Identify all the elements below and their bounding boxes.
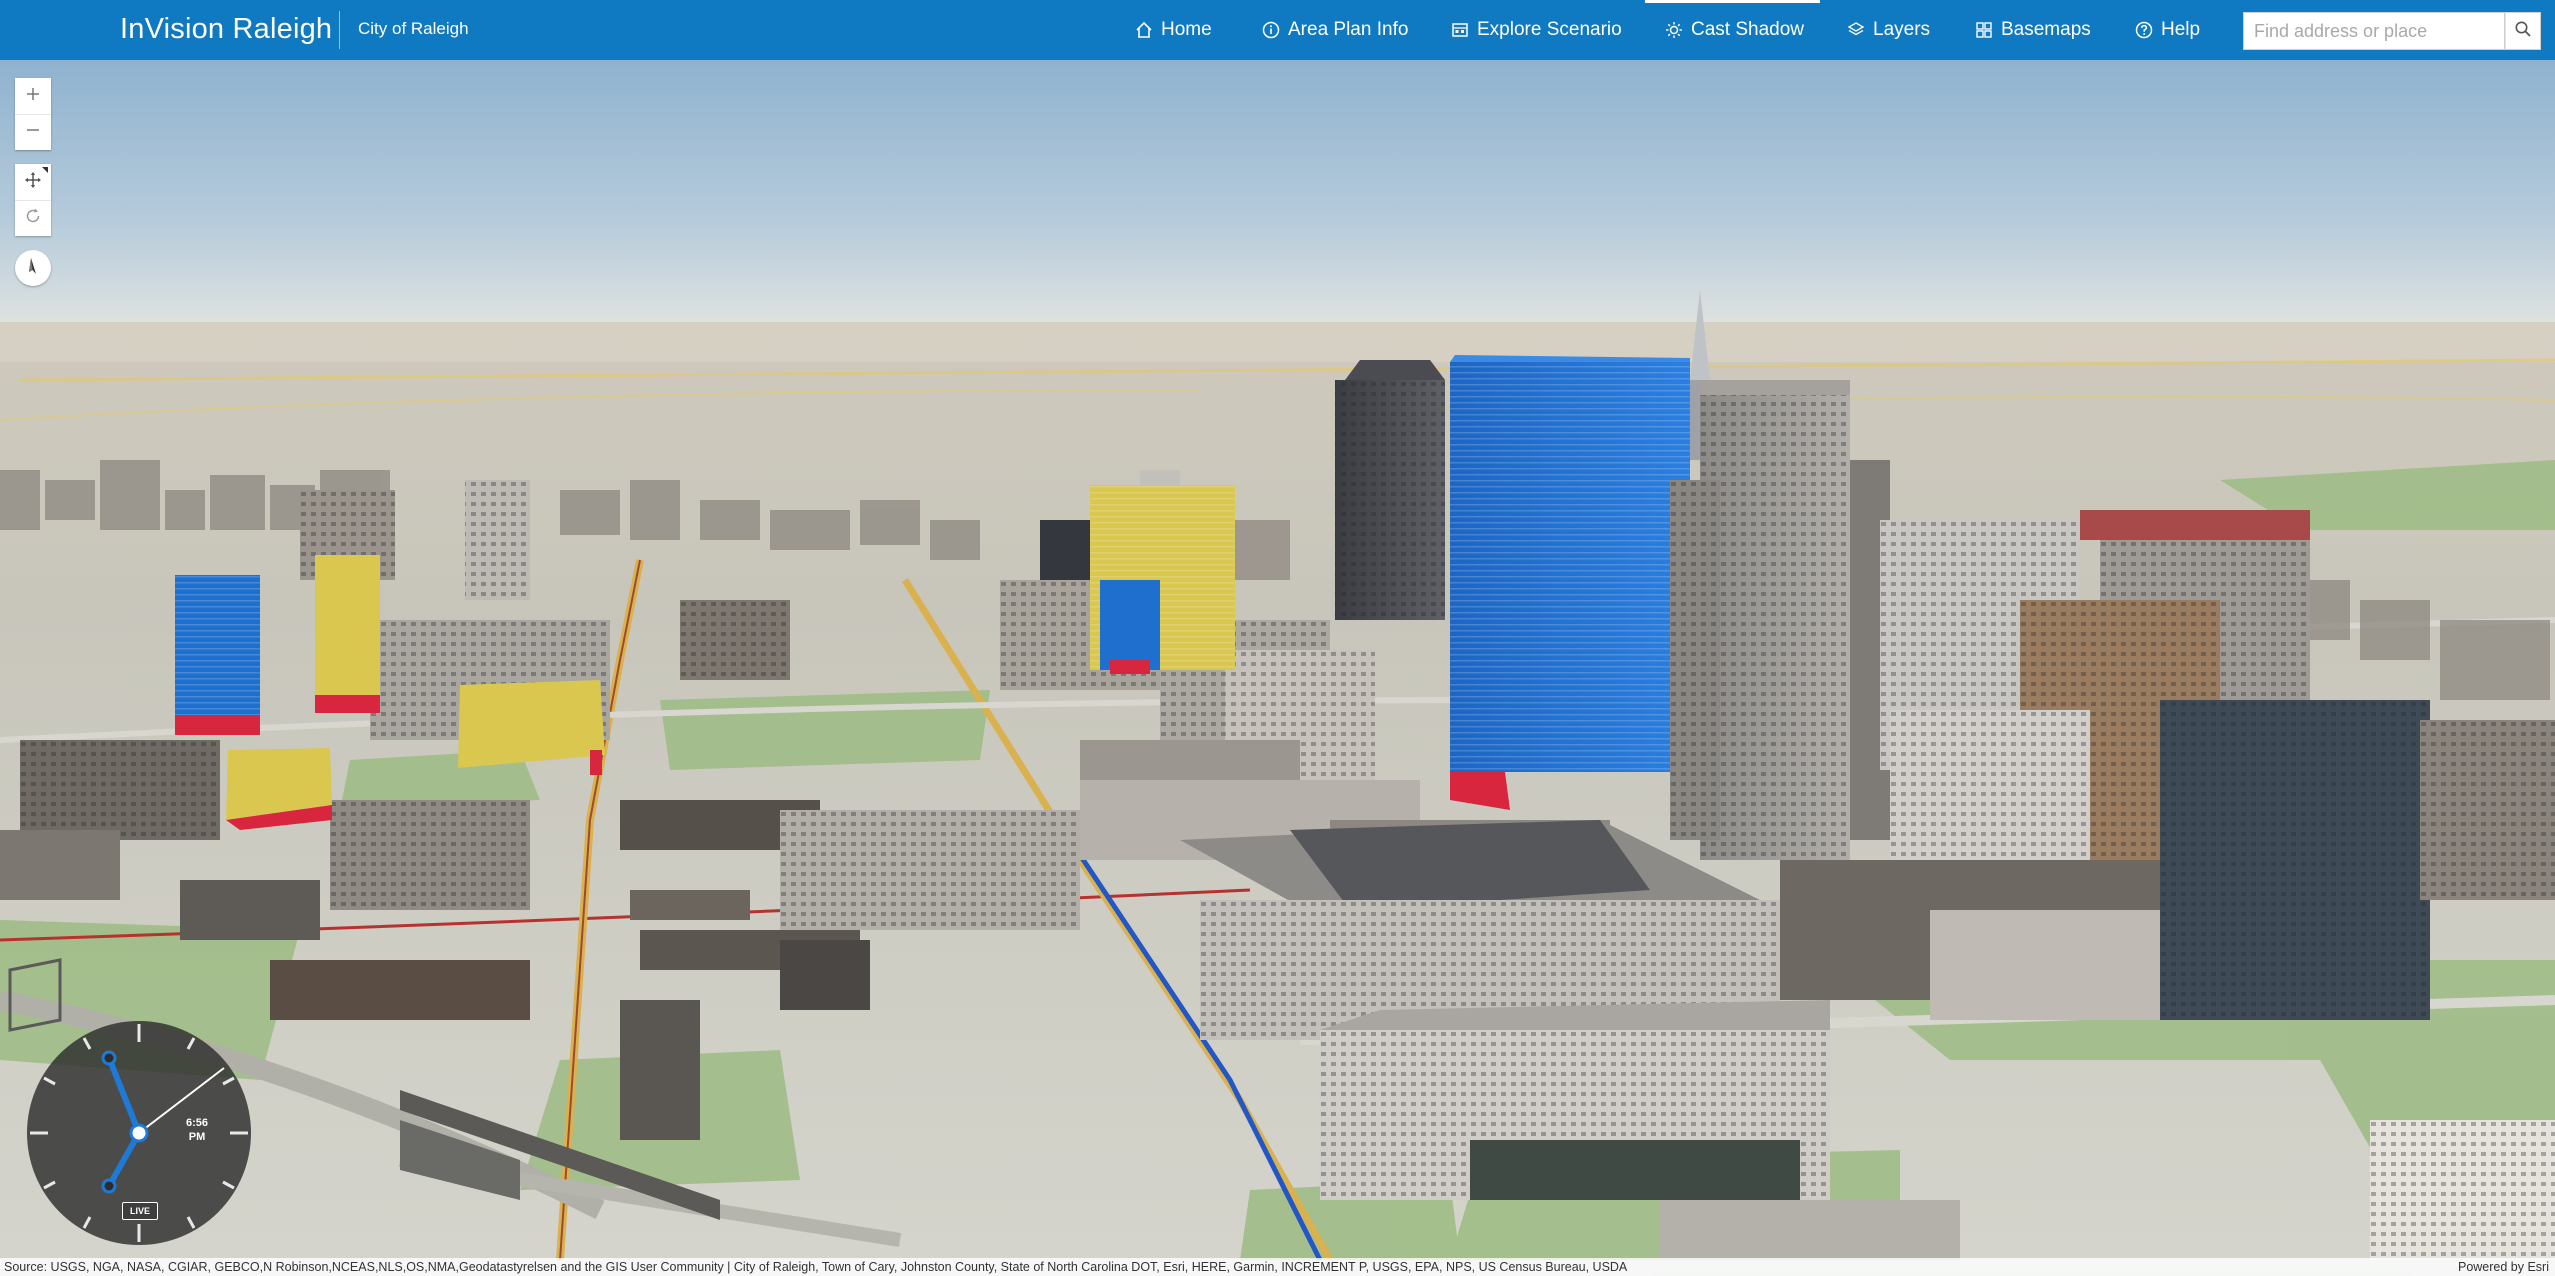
clock-time-meridiem: PM <box>188 1131 206 1143</box>
scenario-tower-blue-main <box>1450 355 1690 810</box>
top-header: InVision Raleigh City of Raleigh Home Ar… <box>0 0 2555 60</box>
nav-layers-label: Layers <box>1873 19 1931 40</box>
nav-area-plan-info[interactable]: Area Plan Info <box>1262 0 1408 60</box>
map-scene-view[interactable] <box>0 60 2555 1260</box>
nav-cast-shadow[interactable]: Cast Shadow <box>1644 0 1821 60</box>
nav-cast-shadow-label: Cast Shadow <box>1691 19 1805 40</box>
help-icon <box>2135 21 2153 39</box>
search-icon <box>2514 20 2532 43</box>
nav-home[interactable]: Home <box>1135 0 1212 60</box>
nav-explore-scenario-label: Explore Scenario <box>1477 19 1622 40</box>
nav-home-label: Home <box>1161 19 1212 40</box>
clock-time-readout: 6:56 PM <box>172 1116 222 1144</box>
pan-button[interactable] <box>15 164 51 200</box>
nav-layers[interactable]: Layers <box>1847 0 1930 60</box>
sky <box>0 60 2555 328</box>
attribution-source: Source: USGS, NGA, NASA, CGIAR, GEBCO,N … <box>4 1260 1628 1274</box>
layers-icon <box>1847 21 1865 39</box>
app-subtitle: City of Raleigh <box>358 19 469 38</box>
sun-icon <box>1665 21 1683 39</box>
nav-help[interactable]: Help <box>2135 0 2200 60</box>
compass-icon <box>23 256 43 281</box>
app-title[interactable]: InVision Raleigh <box>120 0 332 60</box>
dark-tower <box>1335 360 1445 620</box>
info-icon <box>1262 21 1280 39</box>
clock-handle-bottom[interactable] <box>101 1178 117 1194</box>
zoom-out-icon <box>25 122 41 143</box>
powered-by-esri-link[interactable]: Powered by Esri <box>2458 1258 2549 1276</box>
nav-basemaps-label: Basemaps <box>2001 19 2091 40</box>
zoom-in-icon <box>25 86 41 107</box>
scene-canvas <box>0 60 2555 1260</box>
navigation-controls <box>15 164 51 236</box>
scenario-icon <box>1451 21 1469 39</box>
pan-icon <box>24 171 42 194</box>
compass-button[interactable] <box>15 250 51 286</box>
live-button[interactable]: LIVE <box>122 1202 158 1220</box>
home-icon <box>1135 21 1153 39</box>
basemaps-icon <box>1975 21 1993 39</box>
attribution-bar: Source: USGS, NGA, NASA, CGIAR, GEBCO,N … <box>0 1258 2555 1276</box>
clock-handle-top[interactable] <box>101 1050 117 1066</box>
nav-explore-scenario[interactable]: Explore Scenario <box>1451 0 1622 60</box>
zoom-controls <box>15 78 51 150</box>
zoom-out-button[interactable] <box>15 114 51 150</box>
nav-help-label: Help <box>2161 19 2201 40</box>
nav-basemaps[interactable]: Basemaps <box>1975 0 2091 60</box>
clock-time-value: 6:56 <box>185 1117 209 1129</box>
rotate-icon <box>24 207 42 230</box>
rotate-button[interactable] <box>15 200 51 236</box>
header-divider <box>339 11 340 49</box>
zoom-in-button[interactable] <box>15 78 51 114</box>
clock-center <box>129 1123 149 1143</box>
app-root: InVision Raleigh City of Raleigh Home Ar… <box>0 0 2555 1276</box>
search-input[interactable] <box>2243 12 2505 50</box>
nav-area-plan-info-label: Area Plan Info <box>1288 19 1409 40</box>
search-button[interactable] <box>2505 12 2541 50</box>
pan-active-indicator <box>42 167 48 173</box>
